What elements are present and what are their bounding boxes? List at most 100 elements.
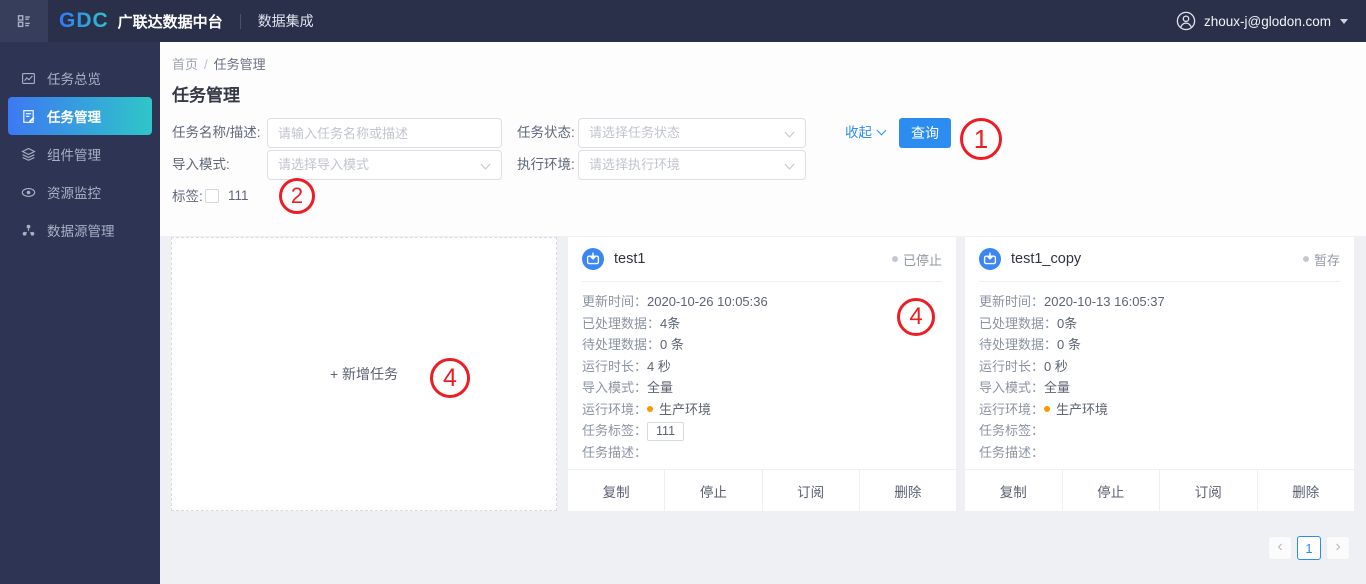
field-label: 任务描述： — [979, 444, 1045, 460]
delete-action-button[interactable]: 删除 — [858, 470, 956, 511]
components-icon — [21, 147, 36, 161]
task-card-header: test1_copy 暂存 — [965, 237, 1354, 281]
sidebar-item-datasource[interactable]: 数据源管理 — [0, 211, 160, 249]
card-field-row: 运行时长：4 秒 — [582, 356, 942, 378]
card-field-row: 已处理数据：0条 — [979, 313, 1340, 335]
import-mode-select[interactable]: 请选择导入模式 — [267, 150, 502, 180]
task-name-input[interactable] — [267, 118, 502, 148]
field-label: 运行时长： — [582, 358, 648, 374]
sidebar-item-label: 任务管理 — [47, 110, 101, 125]
card-field-row: 更新时间：2020-10-26 10:05:36 — [582, 291, 942, 313]
tag-111-checkbox[interactable] — [205, 189, 219, 203]
import-mode-label: 导入模式: — [172, 157, 230, 172]
field-label: 运行环境： — [582, 401, 648, 417]
field-label: 更新时间： — [979, 294, 1045, 309]
field-label: 任务标签： — [979, 423, 1045, 438]
annotation-circle-4: 4 — [430, 358, 470, 398]
card-field-row: 任务标签： 111 — [582, 420, 942, 442]
task-status-badge: 已停止 — [891, 250, 942, 269]
task-name-label: 任务名称/描述: — [172, 125, 261, 140]
datasource-icon — [22, 224, 35, 236]
stop-action-button[interactable]: 停止 — [1061, 470, 1160, 511]
sidebar-item-task-manage[interactable]: 任务管理 — [8, 97, 152, 135]
copy-action-button[interactable]: 复制 — [965, 470, 1062, 511]
task-card-footer: 复制 停止 订阅 删除 — [568, 469, 956, 511]
pagination-prev-button[interactable]: ‹ — [1268, 536, 1292, 560]
field-value: 4条 — [660, 315, 681, 331]
annotation-circle-1: 1 — [960, 118, 1002, 160]
field-value: 0条 — [1057, 315, 1078, 331]
field-value: 2020-10-26 10:05:36 — [647, 294, 768, 309]
task-card-footer: 复制 停止 订阅 删除 — [965, 469, 1354, 511]
sidebar-item-task-overview[interactable]: 任务总览 — [0, 59, 160, 97]
exec-env-select[interactable]: 请选择执行环境 — [578, 150, 806, 180]
field-label: 运行时长： — [979, 358, 1045, 374]
chevron-down-icon — [480, 159, 491, 170]
field-label: 运行环境： — [979, 401, 1045, 417]
module-tab-data-integration[interactable]: 数据集成 — [258, 11, 314, 31]
chevron-down-icon — [876, 125, 887, 136]
task-card-header: test1 已停止 — [568, 237, 956, 281]
sidebar-item-resource-monitor[interactable]: 资源监控 — [0, 173, 160, 211]
field-label: 待处理数据： — [979, 337, 1058, 352]
copy-action-button[interactable]: 复制 — [568, 470, 664, 511]
task-manage-icon — [23, 109, 35, 123]
task-tag-chip: 111 — [647, 422, 685, 441]
card-field-row: 任务描述： — [582, 442, 942, 464]
field-label: 已处理数据： — [582, 315, 661, 331]
task-card-test1-copy: test1_copy 暂存 更新时间：2020-10-13 16:05:37 已处… — [965, 237, 1354, 511]
chevron-down-icon — [1340, 18, 1348, 24]
topbar-divider — [239, 13, 241, 29]
field-label: 任务标签： — [582, 423, 648, 438]
exec-env-label: 执行环境: — [517, 157, 575, 172]
card-field-row: 导入模式：全量 — [582, 377, 942, 399]
pagination-next-button[interactable]: › — [1326, 536, 1350, 560]
card-field-row: 运行环境： 生产环境 — [582, 399, 942, 421]
add-task-label: + 新增任务 — [329, 366, 399, 382]
env-status-dot-icon — [647, 405, 654, 412]
task-status-text: 暂存 — [1313, 252, 1340, 268]
collapse-menu-icon — [17, 15, 30, 28]
breadcrumb-home[interactable]: 首页 — [172, 57, 198, 72]
delete-action-button[interactable]: 删除 — [1256, 470, 1355, 511]
sidebar-item-label: 资源监控 — [47, 186, 101, 201]
page-title: 任务管理 — [172, 86, 240, 105]
env-status-dot-icon — [1044, 405, 1051, 412]
task-status-select[interactable]: 请选择任务状态 — [578, 118, 806, 148]
collapse-filters-label: 收起 — [845, 125, 872, 140]
annotation-circle-4: 4 — [897, 298, 935, 336]
task-name[interactable]: test1 — [614, 251, 645, 267]
field-label: 导入模式： — [582, 380, 648, 395]
card-field-row: 运行时长：0 秒 — [979, 356, 1340, 378]
breadcrumb-separator: / — [204, 57, 208, 72]
import-mode-placeholder: 请选择导入模式 — [278, 157, 370, 172]
import-task-icon — [582, 248, 604, 270]
subscribe-action-button[interactable]: 订阅 — [1159, 470, 1257, 511]
task-status-label: 任务状态: — [517, 125, 575, 140]
user-email: zhoux-j@glodon.com — [1203, 13, 1331, 29]
user-menu[interactable]: zhoux-j@glodon.com — [1176, 11, 1348, 31]
query-button[interactable]: 查询 — [899, 118, 951, 148]
add-task-card[interactable]: + 新增任务 — [171, 237, 557, 511]
collapse-filters-link[interactable]: 收起 — [845, 118, 887, 148]
sidebar-item-label: 数据源管理 — [47, 224, 115, 239]
stop-action-button[interactable]: 停止 — [664, 470, 761, 511]
field-label: 待处理数据： — [582, 337, 661, 352]
sidebar-item-components[interactable]: 组件管理 — [0, 135, 160, 173]
task-name[interactable]: test1_copy — [1011, 251, 1081, 267]
field-value: 全量 — [1044, 380, 1071, 395]
monitor-eye-icon — [21, 187, 36, 197]
field-value: 4 秒 — [647, 358, 671, 374]
task-card-test1: test1 已停止 更新时间：2020-10-26 10:05:36 已处理数据：… — [568, 237, 956, 511]
field-value: 0 秒 — [1044, 358, 1068, 374]
sidebar-collapse-button[interactable] — [0, 0, 48, 42]
field-label: 更新时间： — [582, 294, 648, 309]
sidebar-item-label: 任务总览 — [47, 72, 101, 87]
card-field-row: 待处理数据：0 条 — [979, 334, 1340, 356]
user-avatar-icon — [1176, 11, 1196, 31]
subscribe-action-button[interactable]: 订阅 — [761, 470, 859, 511]
task-card-body: 更新时间：2020-10-13 16:05:37 已处理数据：0条 待处理数据：0 … — [965, 282, 1354, 463]
import-task-icon — [979, 248, 1001, 270]
field-value: 2020-10-13 16:05:37 — [1044, 294, 1165, 309]
pagination-page-1[interactable]: 1 — [1297, 536, 1321, 560]
